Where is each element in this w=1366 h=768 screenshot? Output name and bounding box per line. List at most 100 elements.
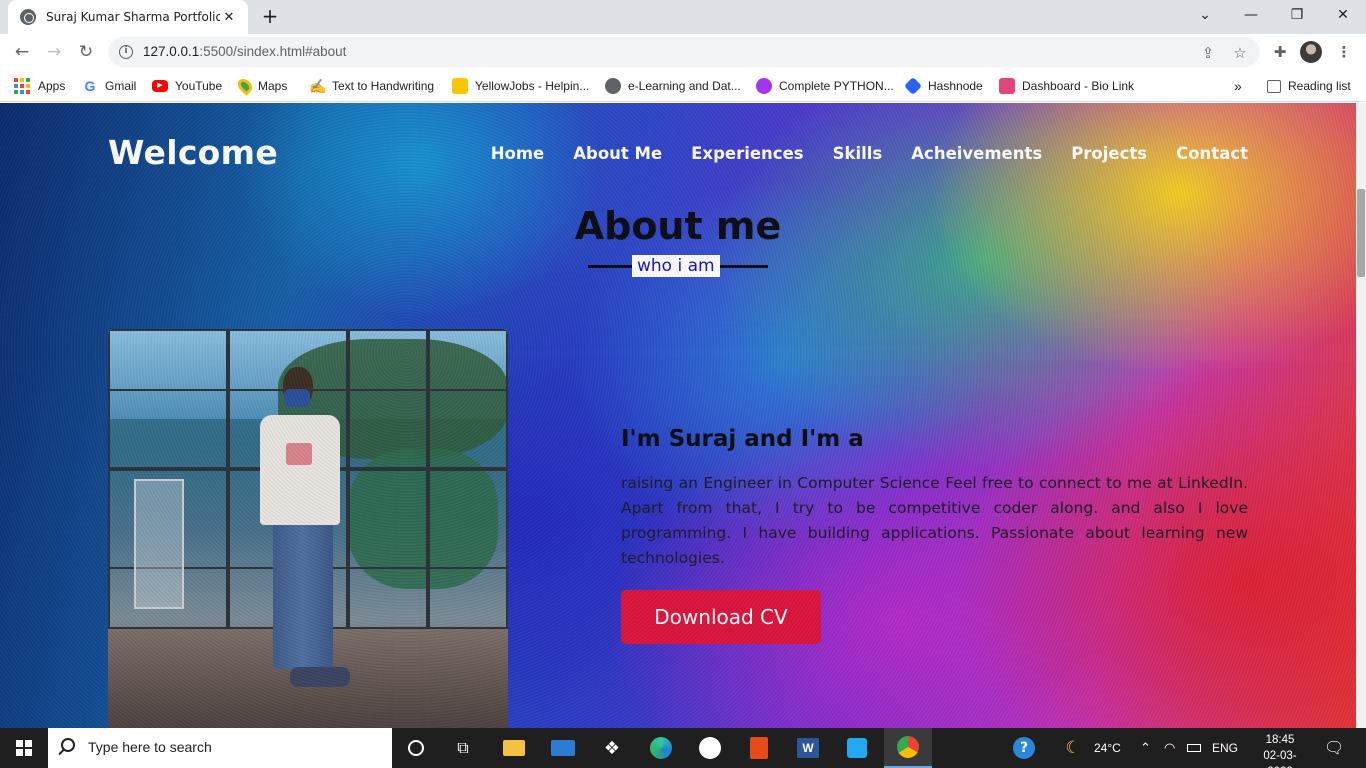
wifi-icon[interactable]: ◠ [1164, 728, 1175, 768]
search-placeholder: Type here to search [88, 739, 212, 755]
bookmark-maps[interactable]: Maps [235, 76, 288, 96]
weather-temp[interactable]: 24°C [1094, 728, 1121, 768]
nav-home[interactable]: Home [491, 144, 545, 163]
udemy-icon [756, 78, 772, 94]
globe-icon [20, 9, 36, 25]
tray-chevron-up-icon[interactable]: ⌃ [1140, 728, 1151, 768]
close-window-button[interactable]: ✕ [1320, 0, 1366, 30]
back-arrow-icon[interactable]: ← [10, 40, 34, 64]
nav-about-me[interactable]: About Me [573, 144, 662, 163]
address-bar[interactable]: i 127.0.0.1:5500/sindex.html#about ⇪ ☆ [108, 37, 1260, 67]
github-desktop-icon[interactable] [690, 732, 730, 764]
bookmark-label: Text to Handwriting [332, 79, 435, 93]
word-icon[interactable]: W [788, 732, 828, 764]
nav-experiences[interactable]: Experiences [691, 144, 803, 163]
maps-pin-icon [235, 76, 255, 96]
tab-search-chevron-icon[interactable]: ⌄ [1182, 0, 1228, 30]
bookmark-python-course[interactable]: Complete PYTHON... [756, 77, 894, 95]
url-path: :5500/sindex.html#about [199, 44, 347, 59]
bookmark-label: Gmail [105, 79, 137, 93]
clock-date: 02-03-2022 [1263, 750, 1297, 768]
reading-list-icon [1267, 79, 1281, 93]
dropbox-icon[interactable]: ❖ [592, 732, 632, 764]
bookmark-label: Apps [38, 79, 66, 93]
bookmarks-bar: Apps G Gmail ▶ YouTube Maps ✍ Text to Ha… [0, 70, 1366, 102]
extensions-puzzle-icon[interactable]: ✚ [1270, 42, 1290, 62]
bookmark-hashnode[interactable]: Hashnode [903, 76, 983, 96]
start-button[interactable] [0, 728, 48, 768]
more-bookmarks-chevron-icon[interactable]: » [1234, 77, 1242, 95]
new-tab-button[interactable]: + [258, 5, 282, 29]
bookmark-apps[interactable]: Apps [14, 77, 65, 95]
url-text: 127.0.0.1:5500/sindex.html#about [143, 44, 346, 59]
minimize-button[interactable]: — [1228, 0, 1274, 30]
about-bio: raising an Engineer in Computer Science … [621, 474, 1248, 567]
bookmark-text-to-handwriting[interactable]: ✍ Text to Handwriting [309, 77, 434, 95]
search-icon [61, 738, 75, 752]
windows-taskbar: Type here to search ⧉ ❖ W ? ☾ 24°C ⌃ ◠ E… [0, 728, 1366, 768]
bookmark-biolink[interactable]: Dashboard - Bio Link [999, 77, 1134, 95]
share-icon[interactable]: ⇪ [1198, 43, 1218, 63]
nav-skills[interactable]: Skills [833, 144, 883, 163]
cortana-icon[interactable] [396, 732, 436, 764]
reload-icon[interactable]: ↻ [74, 40, 98, 64]
bookmark-star-icon[interactable]: ☆ [1230, 43, 1250, 63]
battery-icon[interactable] [1187, 728, 1201, 768]
section-title: About me [574, 204, 782, 248]
weather-moon-icon[interactable]: ☾ [1053, 732, 1093, 764]
clock-time: 18:45 [1265, 734, 1295, 746]
download-cv-button[interactable]: Download CV [621, 590, 821, 644]
system-clock[interactable]: 18:45 02-03-2022 [1258, 732, 1302, 768]
scrollbar-thumb[interactable] [1357, 189, 1365, 277]
profile-avatar[interactable] [1300, 41, 1322, 63]
person-mask [284, 389, 310, 407]
reading-list-button[interactable]: Reading list [1267, 77, 1351, 95]
forward-arrow-icon[interactable]: → [42, 40, 66, 64]
nav-projects[interactable]: Projects [1071, 144, 1147, 163]
bookmark-label: YellowJobs - Helpin... [475, 79, 590, 93]
task-view-icon[interactable]: ⧉ [443, 732, 483, 764]
close-tab-icon[interactable]: ✕ [220, 10, 238, 25]
bookmark-label: Dashboard - Bio Link [1022, 79, 1135, 93]
person-legs [273, 519, 333, 669]
pen-icon: ✍ [309, 78, 327, 94]
bookmark-gmail[interactable]: G Gmail [82, 77, 137, 95]
page-scrollbar[interactable] [1356, 103, 1366, 728]
site-nav: Home About Me Experiences Skills Acheive… [491, 144, 1248, 163]
office-icon[interactable] [739, 732, 779, 764]
reading-list-label: Reading list [1288, 79, 1351, 93]
edge-icon[interactable] [641, 732, 681, 764]
file-explorer-icon[interactable] [494, 732, 534, 764]
taskbar-search-box[interactable]: Type here to search [48, 728, 392, 768]
language-indicator[interactable]: ENG [1212, 728, 1238, 768]
tab-title: Suraj Kumar Sharma Portfolio [46, 10, 220, 24]
bookmark-label: e-Learning and Dat... [628, 79, 741, 93]
nav-acheivements[interactable]: Acheivements [911, 144, 1042, 163]
notifications-icon[interactable]: 🗨 [1324, 728, 1344, 768]
yellowjobs-icon [452, 78, 468, 94]
about-intro: I'm Suraj and I'm a [621, 426, 864, 452]
nav-contact[interactable]: Contact [1176, 144, 1248, 163]
mail-icon[interactable] [543, 732, 583, 764]
apps-grid-icon [14, 78, 30, 94]
bookmark-yellowjobs[interactable]: YellowJobs - Helpin... [452, 77, 589, 95]
chrome-icon[interactable] [884, 728, 932, 768]
vscode-icon[interactable] [837, 732, 877, 764]
portfolio-page: Welcome Home About Me Experiences Skills… [0, 103, 1356, 728]
site-info-icon[interactable]: i [119, 45, 133, 59]
browser-tab[interactable]: Suraj Kumar Sharma Portfolio ✕ [8, 0, 248, 34]
biolink-icon [999, 78, 1015, 94]
bookmark-label: Maps [258, 79, 288, 93]
bookmark-elearning[interactable]: e-Learning and Dat... [605, 77, 741, 95]
bookmark-youtube[interactable]: ▶ YouTube [152, 77, 222, 95]
person-body [260, 415, 340, 525]
photo-door [134, 479, 184, 609]
help-icon[interactable]: ? [1004, 732, 1044, 764]
bookmark-label: Hashnode [928, 79, 983, 93]
menu-kebab-icon[interactable]: ⋮ [1334, 42, 1354, 62]
restore-button[interactable]: ❐ [1274, 0, 1320, 30]
site-brand[interactable]: Welcome [108, 133, 278, 172]
url-host: 127.0.0.1 [143, 44, 200, 59]
windows-logo-icon [16, 740, 32, 756]
globe-icon [605, 78, 621, 94]
